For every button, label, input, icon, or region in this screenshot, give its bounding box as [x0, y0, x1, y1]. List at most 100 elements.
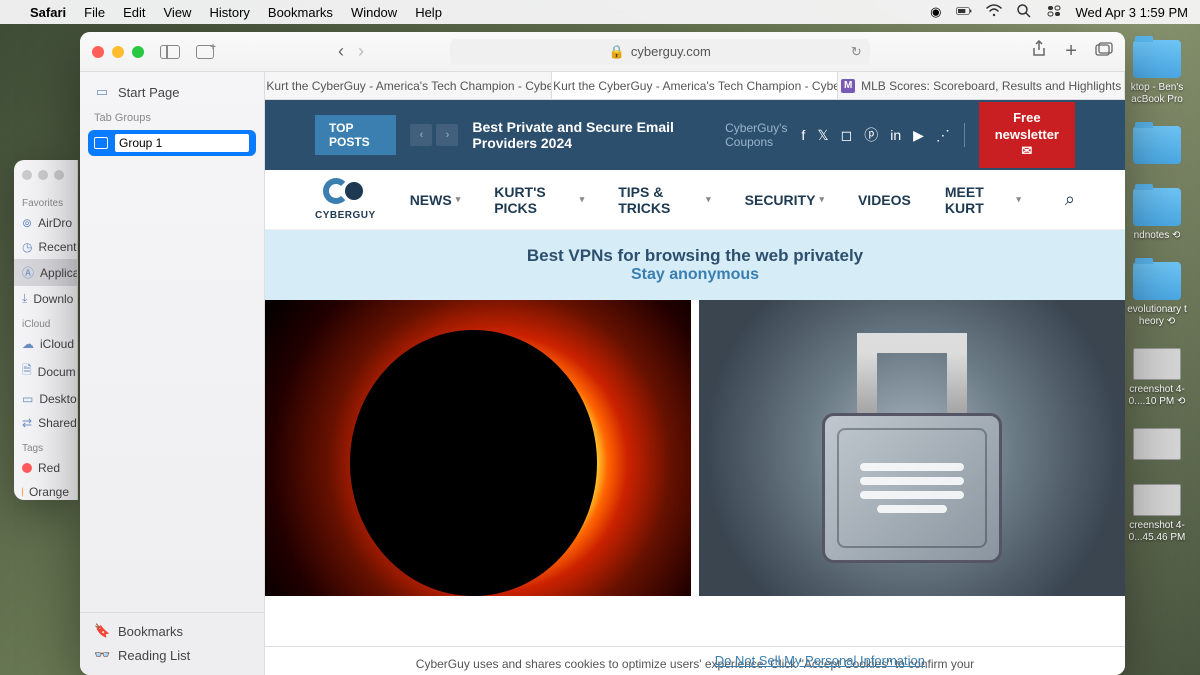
divider [964, 123, 965, 147]
site-nav: CYBERGUY NEWS▾ KURT'S PICKS▾ TIPS & TRIC… [265, 170, 1125, 230]
newsletter-button[interactable]: Free newsletter ✉ [979, 102, 1075, 169]
share-button[interactable] [1031, 40, 1047, 63]
nav-meet-kurt[interactable]: MEET KURT▾ [945, 184, 1021, 216]
sidebar-airdrop[interactable]: ⊚AirDro [14, 211, 77, 235]
site-logo[interactable]: CYBERGUY [315, 178, 376, 221]
tab-group-input-row [88, 130, 256, 156]
rss-icon[interactable]: ⋰ [936, 127, 950, 144]
url-text: cyberguy.com [631, 44, 711, 59]
nav-security[interactable]: SECURITY▾ [745, 192, 824, 208]
reading-list-link[interactable]: 👓Reading List [80, 643, 264, 667]
sidebar-documents[interactable]: 🗎Docum [14, 356, 77, 387]
safari-window: ‹ › 🔒 cyberguy.com ↻ + ▭Start Page Tab G… [80, 32, 1125, 675]
facebook-icon[interactable]: f [801, 127, 805, 143]
control-center-icon[interactable] [1046, 3, 1062, 22]
top-posts-badge: TOP POSTS [315, 115, 396, 155]
article-grid [265, 300, 1125, 596]
sidebar-toggle-button[interactable] [160, 45, 180, 59]
tag-orange[interactable]: Orange [14, 480, 77, 500]
start-page[interactable]: ▭Start Page [80, 80, 264, 104]
tab-groups-button[interactable] [196, 45, 214, 59]
nav-videos[interactable]: VIDEOS [858, 192, 911, 208]
article-security[interactable] [699, 300, 1125, 596]
tab-group-name-input[interactable] [114, 133, 250, 153]
safari-content: Kurt the CyberGuy - America's Tech Champ… [265, 72, 1125, 675]
desktop-screenshot[interactable]: creenshot 4-0....10 PM ⟲ [1127, 348, 1187, 408]
desktop-screenshot[interactable] [1127, 428, 1187, 464]
nav-kurts-picks[interactable]: KURT'S PICKS▾ [494, 184, 584, 216]
window-minimize[interactable] [112, 46, 124, 58]
edit-menu[interactable]: Edit [123, 5, 145, 20]
desktop-icons: ktop - Ben's acBook Pro ndnotes ⟲ evolut… [1122, 40, 1192, 544]
social-icons: f 𝕏 ◻ ⓟ in ▶ ⋰ [801, 125, 949, 145]
top-post-title[interactable]: Best Private and Secure Email Providers … [472, 119, 711, 151]
sidebar-iclouddrive[interactable]: ☁iCloud [14, 332, 77, 356]
battery-icon[interactable] [956, 3, 972, 22]
coupons-link[interactable]: CyberGuy'sCoupons [725, 121, 787, 150]
bookmarks-menu[interactable]: Bookmarks [268, 5, 333, 20]
clock[interactable]: Wed Apr 3 1:59 PM [1076, 5, 1189, 20]
tags-header: Tags [14, 435, 77, 456]
finder-window-partial: Favorites ⊚AirDro ◷Recent ⒶApplica ⤓Down… [14, 160, 78, 500]
app-menu[interactable]: Safari [30, 5, 66, 20]
forward-button[interactable]: › [358, 41, 364, 62]
instagram-icon[interactable]: ◻ [841, 127, 853, 144]
tab-strip: Kurt the CyberGuy - America's Tech Champ… [265, 72, 1125, 100]
do-not-sell-link[interactable]: Do Not Sell My Personal Information [715, 653, 925, 668]
nav-news[interactable]: NEWS▾ [410, 192, 461, 208]
macos-menubar: Safari File Edit View History Bookmarks … [0, 0, 1200, 24]
desktop-folder[interactable]: evolutionary theory ⟲ [1127, 262, 1187, 328]
browser-tab[interactable]: Kurt the CyberGuy - America's Tech Champ… [552, 72, 839, 99]
search-icon[interactable]: ⌕ [1065, 189, 1075, 210]
browser-tab[interactable]: MMLB Scores: Scoreboard, Results and Hig… [838, 72, 1125, 99]
window-close[interactable] [92, 46, 104, 58]
desktop-folder[interactable]: ktop - Ben's acBook Pro [1127, 40, 1187, 106]
pinterest-icon[interactable]: ⓟ [864, 125, 878, 145]
eclipse-graphic [350, 330, 597, 596]
icloud-header: iCloud [14, 311, 77, 332]
linkedin-icon[interactable]: in [890, 127, 901, 143]
sidebar-applications[interactable]: ⒶApplica [14, 259, 77, 286]
view-menu[interactable]: View [164, 5, 192, 20]
nav-tips[interactable]: TIPS & TRICKS▾ [618, 184, 710, 216]
favorites-header: Favorites [14, 190, 77, 211]
sidebar-shared[interactable]: ⇄Shared [14, 411, 77, 435]
tag-red[interactable]: Red [14, 456, 77, 480]
wifi-icon[interactable] [986, 3, 1002, 22]
youtube-icon[interactable]: ▶ [913, 127, 924, 144]
next-post-button[interactable]: › [436, 124, 458, 146]
vpn-banner[interactable]: Best VPNs for browsing the web privately… [265, 230, 1125, 300]
url-bar[interactable]: 🔒 cyberguy.com ↻ [450, 39, 870, 65]
webpage: TOP POSTS ‹ › Best Private and Secure Em… [265, 100, 1125, 675]
new-tab-button[interactable]: + [1065, 40, 1077, 63]
article-eclipse[interactable] [265, 300, 691, 596]
sidebar-recents[interactable]: ◷Recent [14, 235, 77, 259]
safari-toolbar: ‹ › 🔒 cyberguy.com ↻ + [80, 32, 1125, 72]
browser-tab[interactable]: Kurt the CyberGuy - America's Tech Champ… [265, 72, 552, 99]
back-button[interactable]: ‹ [338, 41, 344, 62]
spotlight-icon[interactable] [1016, 3, 1032, 22]
help-menu[interactable]: Help [415, 5, 442, 20]
reload-button[interactable]: ↻ [851, 44, 862, 60]
favicon-icon: M [841, 79, 855, 93]
x-icon[interactable]: 𝕏 [817, 127, 828, 144]
history-menu[interactable]: History [209, 5, 249, 20]
prev-post-button[interactable]: ‹ [410, 124, 432, 146]
window-zoom[interactable] [132, 46, 144, 58]
sidebar-desktop[interactable]: ▭Deskto [14, 387, 77, 411]
desktop-folder[interactable] [1127, 126, 1187, 168]
grammarly-icon[interactable]: ◉ [930, 4, 941, 20]
lock-icon: 🔒 [609, 44, 625, 60]
desktop-folder[interactable]: ndnotes ⟲ [1127, 188, 1187, 242]
file-menu[interactable]: File [84, 5, 105, 20]
site-topbar: TOP POSTS ‹ › Best Private and Secure Em… [265, 100, 1125, 170]
banner-title: Best VPNs for browsing the web privately [281, 246, 1109, 266]
traffic-lights [92, 46, 144, 58]
bookmarks-link[interactable]: 🔖Bookmarks [80, 619, 264, 643]
cookie-notice: Do Not Sell My Personal Information Cybe… [265, 646, 1125, 675]
sidebar-downloads[interactable]: ⤓Downlo [14, 286, 77, 311]
desktop-screenshot[interactable]: creenshot 4-0...45.46 PM [1127, 484, 1187, 544]
safari-sidebar: ▭Start Page Tab Groups 🔖Bookmarks 👓Readi… [80, 72, 265, 675]
tabs-overview-button[interactable] [1095, 42, 1113, 61]
window-menu[interactable]: Window [351, 5, 397, 20]
